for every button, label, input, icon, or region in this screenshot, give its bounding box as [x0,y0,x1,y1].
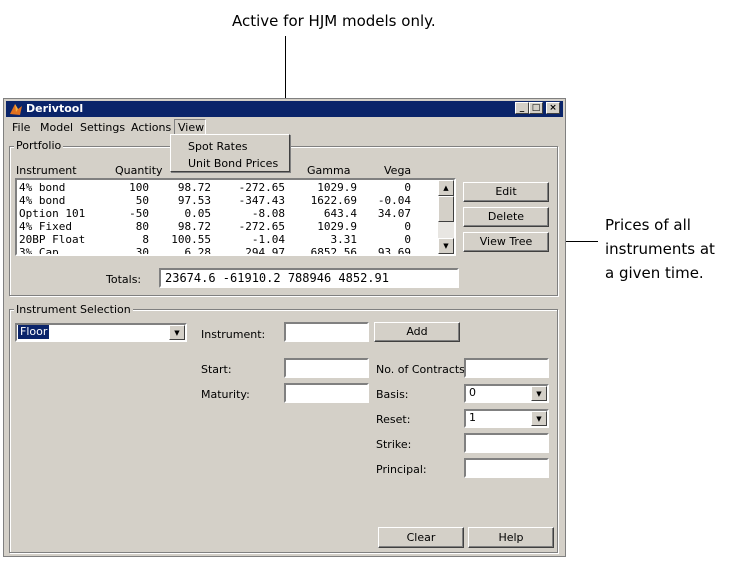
instrument-selection-label: Instrument Selection [14,303,133,316]
basis-value: 0 [469,386,476,399]
contracts-label: No. of Contracts: [376,363,469,376]
basis-select[interactable]: 0 ▼ [464,384,549,403]
strike-input[interactable] [464,433,549,453]
chevron-down-icon[interactable]: ▼ [531,386,547,401]
view-tree-button[interactable]: View Tree [463,232,549,252]
portfolio-listbox[interactable]: 4% bond 100 98.72 -272.65 1029.9 0 4% bo… [15,178,456,256]
title-bar: Derivtool _ □ × [6,101,563,117]
edit-button[interactable]: Edit [463,182,549,202]
matlab-icon [10,104,22,115]
col-header-vega: Vega [384,164,412,177]
maximize-button[interactable]: □ [529,102,543,114]
list-item[interactable]: 20BP Float 8 100.55 -1.04 3.31 0 [19,233,411,246]
menu-model[interactable]: Model [37,119,76,136]
strike-label: Strike: [376,438,412,451]
view-menu-dropdown: Spot Rates Unit Bond Prices [170,134,290,172]
menu-settings[interactable]: Settings [77,119,128,136]
start-label: Start: [201,363,232,376]
portfolio-scrollbar[interactable]: ▲ ▼ [438,180,454,254]
portfolio-label: Portfolio [14,139,64,152]
chevron-down-icon[interactable]: ▼ [169,325,185,340]
delete-button[interactable]: Delete [463,207,549,227]
annotation-prices-line-1: Prices of all [605,216,691,234]
window-title: Derivtool [26,102,84,115]
principal-input[interactable] [464,458,549,478]
instrument-type-value: Floor [18,325,50,339]
reset-value: 1 [469,411,476,424]
col-header-gamma: Gamma [307,164,351,177]
instrument-label: Instrument: [201,328,266,341]
annotation-prices-line-2: instruments at [605,240,715,258]
col-header-instrument: Instrument [16,164,77,177]
list-item[interactable]: 4% bond 50 97.53 -347.43 1622.69 -0.04 [19,194,411,207]
menu-item-unit-bond-prices[interactable]: Unit Bond Prices [188,157,278,170]
reset-select[interactable]: 1 ▼ [464,409,549,428]
instrument-selection-group [9,309,558,553]
list-item[interactable]: 3% Cap 30 6.28 294.97 6852.56 93.69 [19,246,411,254]
annotation-prices-line-3: a given time. [605,264,704,282]
menu-actions[interactable]: Actions [128,119,174,136]
minimize-button[interactable]: _ [515,102,529,114]
col-header-quantity: Quantity [115,164,163,177]
menu-file[interactable]: File [9,119,33,136]
scroll-down-icon[interactable]: ▼ [438,238,454,254]
list-item[interactable]: 4% Fixed 80 98.72 -272.65 1029.9 0 [19,220,411,233]
close-button[interactable]: × [546,102,560,114]
help-button[interactable]: Help [468,527,554,548]
scroll-thumb[interactable] [438,196,454,222]
annotation-hjm: Active for HJM models only. [232,12,436,30]
maturity-input[interactable] [284,383,369,403]
basis-label: Basis: [376,388,409,401]
instrument-input[interactable] [284,322,369,342]
instrument-type-select[interactable]: Floor ▼ [15,323,187,342]
list-item[interactable]: 4% bond 100 98.72 -272.65 1029.9 0 [19,181,411,194]
add-button[interactable]: Add [374,322,460,342]
menu-item-spot-rates[interactable]: Spot Rates [188,140,247,153]
principal-label: Principal: [376,463,427,476]
reset-label: Reset: [376,413,411,426]
clear-button[interactable]: Clear [378,527,464,548]
totals-field: 23674.6 -61910.2 788946 4852.91 [159,268,459,288]
list-item[interactable]: Option 101 -50 0.05 -8.08 643.4 34.07 [19,207,411,220]
chevron-down-icon[interactable]: ▼ [531,411,547,426]
start-input[interactable] [284,358,369,378]
scroll-up-icon[interactable]: ▲ [438,180,454,196]
maturity-label: Maturity: [201,388,250,401]
totals-label: Totals: [106,273,142,286]
contracts-input[interactable] [464,358,549,378]
